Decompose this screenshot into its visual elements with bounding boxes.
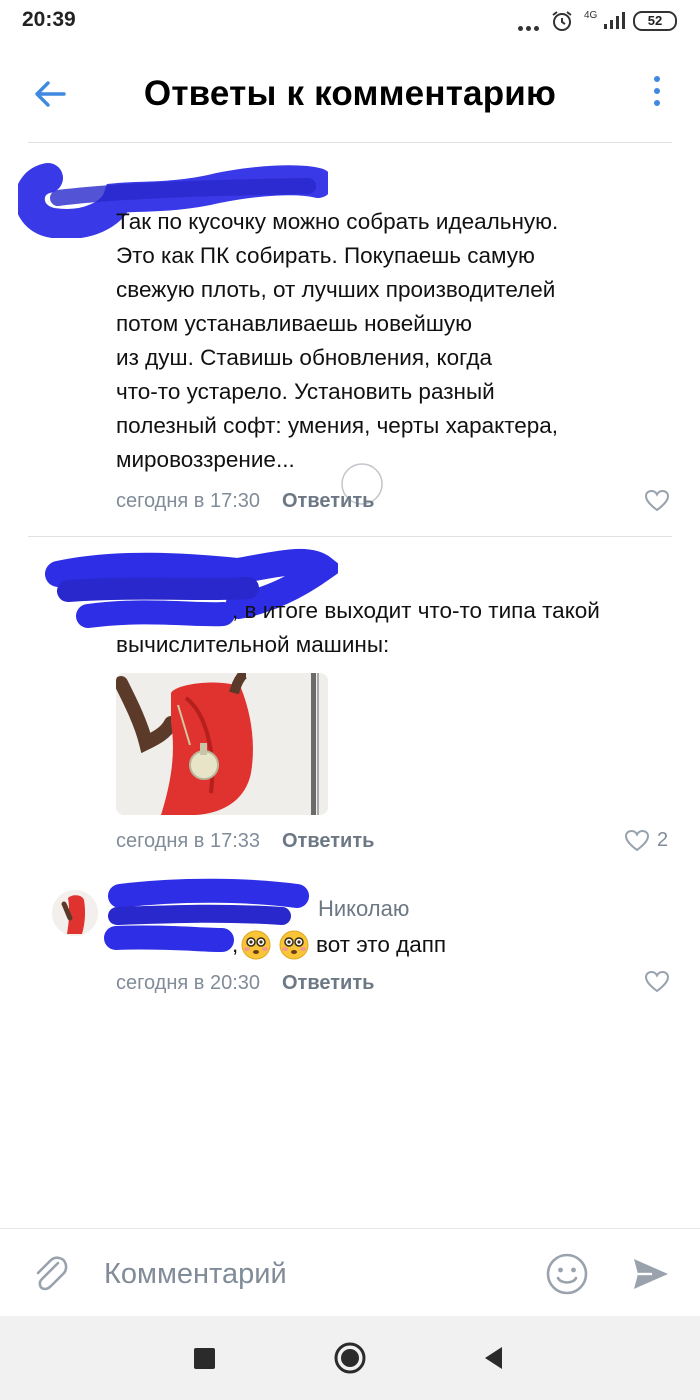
more-vertical-icon[interactable] [646, 76, 668, 116]
comment-divider [28, 536, 672, 537]
comment-time: сегодня в 17:30 [116, 490, 260, 512]
like-count: 2 [657, 829, 669, 851]
paperclip-icon[interactable] [30, 1251, 70, 1295]
comment-composer [0, 1228, 700, 1317]
system-nav-bar [0, 1316, 700, 1400]
comment-line: потом устанавливаешь новейшую [116, 311, 473, 336]
comment-line: что-то устарело. Установить разный [116, 379, 495, 404]
reply-button[interactable]: Ответить [282, 972, 374, 994]
signal-icon [604, 12, 625, 29]
comment-line: из душ. Ставишь обновления, когда [116, 345, 492, 370]
comment-time: сегодня в 17:33 [116, 830, 260, 852]
reply-button[interactable]: Ответить [282, 830, 374, 852]
header-divider [28, 142, 672, 143]
comment-line: свежую плоть, от лучших производителей [116, 277, 556, 302]
battery-level: 52 [647, 13, 663, 28]
comment-text-prefix: , [232, 932, 239, 957]
network-type: 4G [584, 10, 598, 21]
comment-line: Это как ПК собирать. Покупаешь самую [116, 243, 535, 268]
comment-text: Так по кусочку можно собрать идеальную. … [116, 205, 558, 477]
comment-line: вычислительной машины: [116, 632, 390, 657]
comment-line: полезный софт: умения, черты характера, [116, 413, 559, 438]
status-time: 20:39 [22, 8, 76, 31]
app-header: Ответы к комментарию [0, 50, 700, 140]
comment-text: вот это дапп [316, 932, 447, 957]
comment-time: сегодня в 20:30 [116, 972, 260, 994]
flushed-emoji-icon [241, 930, 271, 960]
heart-outline-icon[interactable] [644, 970, 670, 994]
comment-meta: сегодня в 20:30 Ответить [116, 972, 374, 995]
comment-meta: сегодня в 17:30 Ответить [116, 490, 374, 513]
heart-outline-icon[interactable] [644, 489, 670, 513]
smile-icon[interactable] [544, 1251, 590, 1297]
comment-photo[interactable] [116, 673, 328, 815]
comment-input[interactable] [102, 1249, 526, 1299]
photo-image [116, 673, 328, 815]
comment-text: , в итоге выходит что-то типа такой [232, 594, 600, 628]
flushed-emoji-icon [279, 930, 309, 960]
page-title: Ответы к комментарию [143, 74, 557, 113]
comment-meta: сегодня в 17:33 Ответить [116, 830, 374, 853]
avatar-image [52, 890, 98, 936]
heart-outline-icon[interactable] [624, 829, 650, 853]
alarm-icon [552, 11, 572, 31]
comment-line: , в итоге выходит что-то типа такой [232, 598, 600, 623]
comment-text: вычислительной машины: [116, 628, 389, 662]
send-icon[interactable] [630, 1253, 672, 1295]
avatar[interactable] [52, 890, 98, 936]
nav-back-icon[interactable] [482, 1345, 504, 1371]
reply-button[interactable]: Ответить [282, 490, 374, 512]
home-icon[interactable] [333, 1341, 367, 1375]
reply-to-name[interactable]: Николаю [318, 892, 409, 926]
status-bar: 20:39 4G 52 [0, 0, 700, 44]
notification-dots-icon [518, 18, 542, 36]
recents-icon[interactable] [194, 1348, 215, 1369]
comment-line: Так по кусочку можно собрать идеальную. [116, 209, 559, 234]
battery-icon: 52 [633, 11, 677, 31]
